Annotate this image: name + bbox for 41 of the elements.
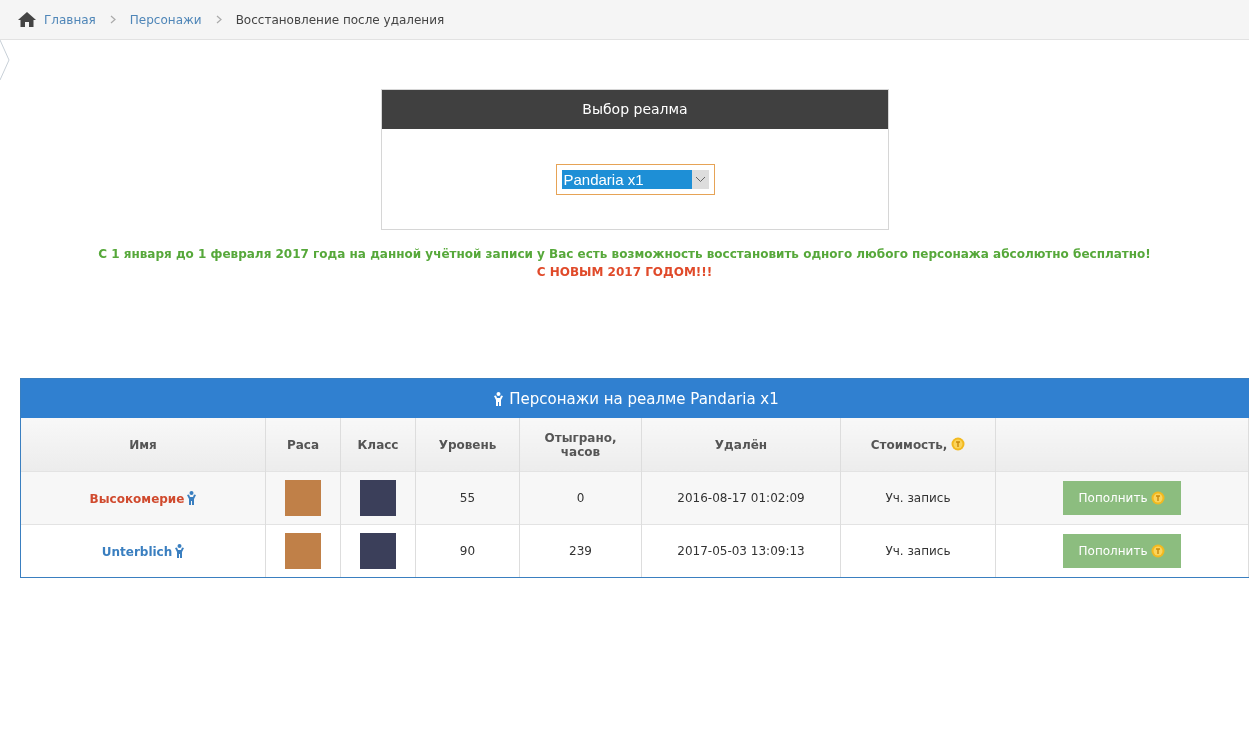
column-header: Отыграно, часов — [519, 418, 642, 472]
table-cell: Уч. запись — [840, 471, 996, 525]
column-header-text: Стоимость, — [870, 438, 948, 452]
column-header: Имя — [21, 418, 266, 472]
table-cell: 239 — [519, 524, 642, 577]
table-title: Персонажи на реалме Pandaria x1 — [509, 389, 779, 408]
class-icon-placeholder — [360, 533, 396, 569]
race-portrait-placeholder — [285, 480, 321, 516]
chevron-icon — [109, 15, 116, 24]
character-name[interactable]: Unterblich — [101, 544, 173, 559]
realm-select[interactable]: Pandaria x1 — [555, 163, 715, 195]
column-header: Раса — [265, 418, 341, 472]
breadcrumb-link[interactable]: Персонажи — [129, 12, 202, 27]
race-portrait-placeholder — [285, 533, 321, 569]
class-icon-placeholder — [360, 480, 396, 516]
chevron-icon — [215, 15, 222, 24]
breadcrumb-link[interactable]: Главная — [44, 12, 96, 27]
table-cell: 2016-08-17 01:02:09 — [641, 471, 841, 525]
panel-title: Выбор реалма — [382, 90, 888, 129]
person-icon — [175, 543, 185, 558]
column-header: Класс — [340, 418, 416, 472]
person-icon — [187, 490, 197, 505]
side-tab-icon — [0, 40, 10, 80]
person-icon — [494, 391, 504, 406]
column-header: Уровень — [415, 418, 520, 472]
coin-icon — [1151, 544, 1166, 558]
top-up-button[interactable]: Пополнить — [1063, 534, 1181, 568]
greeting-text: С НОВЫМ 2017 ГОДОМ!!! — [535, 264, 714, 281]
column-header: Удалён — [641, 418, 841, 472]
promo-message: С 1 января до 1 февраля 2017 года на данной учётной записи у Вас есть возможность восстановить одного любого персонажа абсолютно бесплатно! — [97, 246, 1152, 263]
table-cell: 90 — [415, 524, 520, 577]
table-cell: Уч. запись — [840, 524, 996, 577]
table-cell: 2017-05-03 13:09:13 — [641, 524, 841, 577]
breadcrumb-current: Восстановление после удаления — [235, 12, 445, 27]
coin-icon — [951, 437, 966, 451]
top-up-button[interactable]: Пополнить — [1063, 481, 1181, 515]
coin-icon — [1151, 491, 1166, 505]
home-icon — [18, 12, 36, 27]
character-name[interactable]: Высокомерие — [89, 491, 185, 506]
table-cell: 55 — [415, 471, 520, 525]
table-cell: 0 — [519, 471, 642, 525]
